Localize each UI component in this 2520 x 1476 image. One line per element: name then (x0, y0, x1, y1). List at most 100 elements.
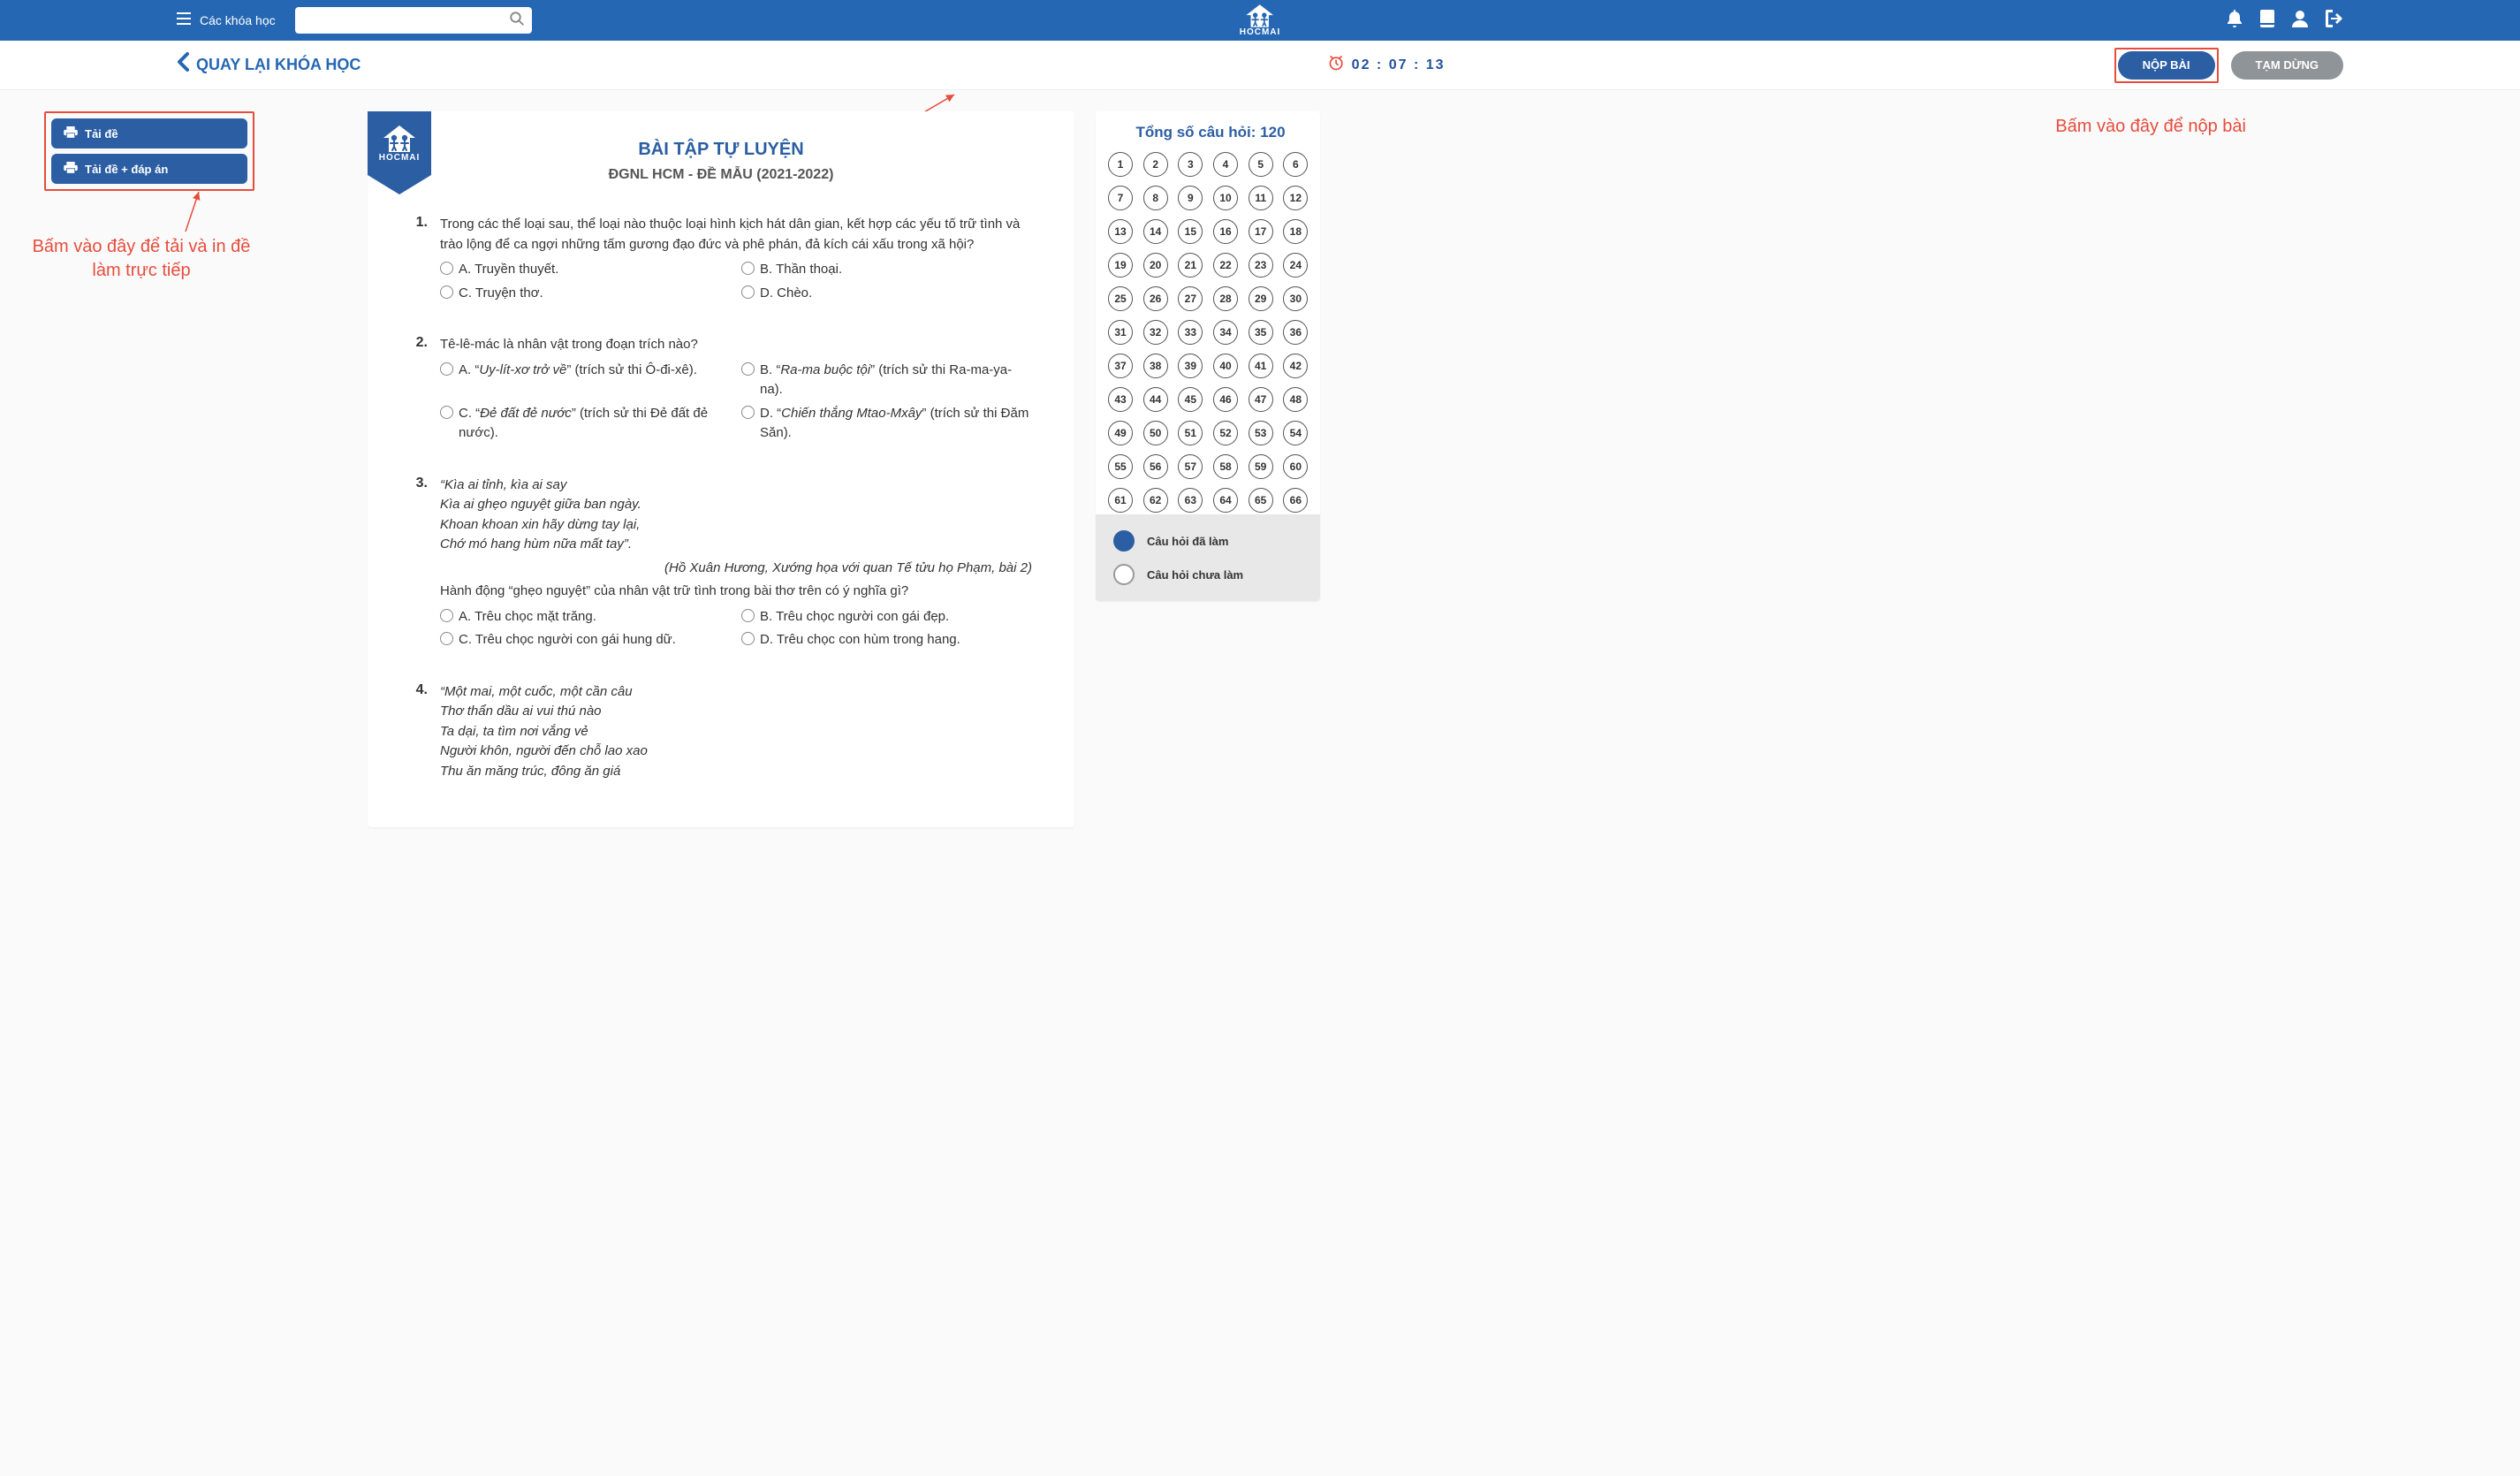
question-nav-cell[interactable]: 5 (1249, 152, 1273, 177)
question-nav-cell[interactable]: 50 (1143, 421, 1168, 445)
question-nav-cell[interactable]: 32 (1143, 320, 1168, 345)
radio-icon[interactable] (741, 262, 755, 275)
question-nav-cell[interactable]: 22 (1213, 253, 1238, 278)
question-nav-cell[interactable]: 15 (1178, 219, 1203, 244)
question-nav-cell[interactable]: 57 (1178, 454, 1203, 479)
question-nav-cell[interactable]: 66 (1283, 488, 1308, 513)
question-nav-cell[interactable]: 14 (1143, 219, 1168, 244)
question-nav-cell[interactable]: 12 (1283, 186, 1308, 210)
question-nav-cell[interactable]: 19 (1108, 253, 1133, 278)
question-nav-cell[interactable]: 44 (1143, 387, 1168, 412)
question-index-scroll[interactable]: Tổng số câu hỏi: 120 1234567891011121314… (1096, 111, 1320, 514)
search-input[interactable] (302, 14, 509, 27)
question-nav-cell[interactable]: 34 (1213, 320, 1238, 345)
question-nav-cell[interactable]: 1 (1108, 152, 1133, 177)
radio-icon[interactable] (440, 609, 453, 622)
question-nav-cell[interactable]: 43 (1108, 387, 1133, 412)
answer-option[interactable]: C. Truyện thơ. (440, 284, 731, 304)
question-nav-cell[interactable]: 39 (1178, 354, 1203, 378)
question-nav-cell[interactable]: 60 (1283, 454, 1308, 479)
answer-option[interactable]: B. “Ra-ma buộc tội” (trích sử thi Ra-ma-… (741, 361, 1032, 400)
answer-option[interactable]: A. Truyền thuyết. (440, 260, 731, 280)
question-nav-cell[interactable]: 13 (1108, 219, 1133, 244)
menu-icon[interactable] (177, 12, 191, 29)
question-nav-cell[interactable]: 65 (1249, 488, 1273, 513)
question-nav-cell[interactable]: 9 (1178, 186, 1203, 210)
answer-option[interactable]: D. “Chiến thắng Mtao-Mxây” (trích sử thi… (741, 404, 1032, 444)
question-nav-cell[interactable]: 58 (1213, 454, 1238, 479)
question-nav-cell[interactable]: 64 (1213, 488, 1238, 513)
answer-option[interactable]: A. Trêu chọc mặt trăng. (440, 607, 731, 628)
radio-icon[interactable] (741, 609, 755, 622)
user-icon[interactable] (2292, 10, 2308, 32)
radio-icon[interactable] (440, 285, 453, 299)
question-nav-cell[interactable]: 52 (1213, 421, 1238, 445)
question-nav-cell[interactable]: 35 (1249, 320, 1273, 345)
radio-icon[interactable] (741, 406, 755, 419)
question-nav-cell[interactable]: 25 (1108, 286, 1133, 311)
question-nav-cell[interactable]: 17 (1249, 219, 1273, 244)
submit-button[interactable]: NỘP BÀI (2118, 51, 2215, 80)
search-input-wrap[interactable] (295, 7, 532, 34)
question-nav-cell[interactable]: 28 (1213, 286, 1238, 311)
question-nav-cell[interactable]: 55 (1108, 454, 1133, 479)
question-nav-cell[interactable]: 38 (1143, 354, 1168, 378)
question-nav-cell[interactable]: 63 (1178, 488, 1203, 513)
search-icon[interactable] (509, 11, 525, 31)
radio-icon[interactable] (440, 632, 453, 645)
question-nav-cell[interactable]: 62 (1143, 488, 1168, 513)
radio-icon[interactable] (741, 632, 755, 645)
book-icon[interactable] (2260, 10, 2274, 32)
question-nav-cell[interactable]: 3 (1178, 152, 1203, 177)
back-to-course-link[interactable]: QUAY LẠI KHÓA HỌC (177, 52, 361, 78)
answer-option[interactable]: A. “Uy-lít-xơ trở về” (trích sử thi Ô-đi… (440, 361, 731, 400)
question-nav-cell[interactable]: 18 (1283, 219, 1308, 244)
answer-option[interactable]: D. Trêu chọc con hùm trong hang. (741, 630, 1032, 651)
question-nav-cell[interactable]: 46 (1213, 387, 1238, 412)
download-exam-answers-button[interactable]: Tải đề + đáp án (51, 154, 247, 184)
question-nav-cell[interactable]: 53 (1249, 421, 1273, 445)
question-nav-cell[interactable]: 6 (1283, 152, 1308, 177)
question-nav-cell[interactable]: 59 (1249, 454, 1273, 479)
question-nav-cell[interactable]: 4 (1213, 152, 1238, 177)
question-nav-cell[interactable]: 40 (1213, 354, 1238, 378)
question-nav-cell[interactable]: 33 (1178, 320, 1203, 345)
radio-icon[interactable] (440, 406, 453, 419)
bell-icon[interactable] (2227, 10, 2243, 32)
answer-option[interactable]: B. Thần thoại. (741, 260, 1032, 280)
question-nav-cell[interactable]: 20 (1143, 253, 1168, 278)
question-nav-cell[interactable]: 23 (1249, 253, 1273, 278)
nav-courses-label[interactable]: Các khóa học (200, 13, 276, 27)
question-nav-cell[interactable]: 51 (1178, 421, 1203, 445)
question-nav-cell[interactable]: 54 (1283, 421, 1308, 445)
question-nav-cell[interactable]: 21 (1178, 253, 1203, 278)
question-nav-cell[interactable]: 8 (1143, 186, 1168, 210)
answer-option[interactable]: C. “Đẻ đất đẻ nước” (trích sử thi Đẻ đất… (440, 404, 731, 444)
question-nav-cell[interactable]: 7 (1108, 186, 1133, 210)
question-nav-cell[interactable]: 30 (1283, 286, 1308, 311)
question-nav-cell[interactable]: 47 (1249, 387, 1273, 412)
brand-logo[interactable]: HOCMAI (1240, 4, 1281, 37)
question-nav-cell[interactable]: 29 (1249, 286, 1273, 311)
question-nav-cell[interactable]: 31 (1108, 320, 1133, 345)
question-nav-cell[interactable]: 49 (1108, 421, 1133, 445)
question-nav-cell[interactable]: 45 (1178, 387, 1203, 412)
pause-button[interactable]: TẠM DỪNG (2231, 51, 2343, 80)
question-nav-cell[interactable]: 56 (1143, 454, 1168, 479)
question-nav-cell[interactable]: 10 (1213, 186, 1238, 210)
question-nav-cell[interactable]: 41 (1249, 354, 1273, 378)
answer-option[interactable]: C. Trêu chọc người con gái hung dữ. (440, 630, 731, 651)
question-nav-cell[interactable]: 11 (1249, 186, 1273, 210)
question-nav-cell[interactable]: 16 (1213, 219, 1238, 244)
question-nav-cell[interactable]: 42 (1283, 354, 1308, 378)
logout-icon[interactable] (2326, 10, 2343, 32)
question-nav-cell[interactable]: 27 (1178, 286, 1203, 311)
question-nav-cell[interactable]: 48 (1283, 387, 1308, 412)
download-exam-button[interactable]: Tải đề (51, 118, 247, 148)
question-nav-cell[interactable]: 24 (1283, 253, 1308, 278)
radio-icon[interactable] (440, 362, 453, 376)
radio-icon[interactable] (741, 362, 755, 376)
question-nav-cell[interactable]: 37 (1108, 354, 1133, 378)
radio-icon[interactable] (440, 262, 453, 275)
question-nav-cell[interactable]: 36 (1283, 320, 1308, 345)
